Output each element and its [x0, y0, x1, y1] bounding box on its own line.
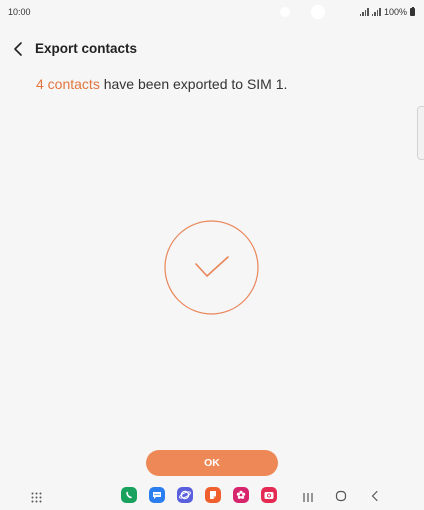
signal-icon: [371, 8, 381, 16]
status-time: 10:00: [8, 7, 31, 17]
recent-apps-icon[interactable]: [302, 490, 314, 508]
camera-cutout-icon: [280, 7, 290, 17]
export-message: 4 contacts have been exported to SIM 1.: [36, 76, 287, 92]
back-icon[interactable]: [370, 489, 380, 507]
header: Export contacts: [0, 36, 424, 62]
internet-app-icon[interactable]: [177, 487, 193, 503]
ok-button[interactable]: OK: [146, 450, 278, 476]
chevron-left-icon[interactable]: [11, 40, 27, 58]
export-message-text: have been exported to SIM 1.: [99, 76, 288, 92]
phone-app-icon[interactable]: [121, 487, 137, 503]
battery-icon: [410, 6, 415, 16]
status-bar: 10:00 100%: [0, 0, 424, 26]
gallery-app-icon[interactable]: [233, 487, 249, 503]
bottom-dock: [0, 484, 424, 508]
check-circle-icon: [164, 220, 259, 315]
home-icon[interactable]: [335, 489, 347, 507]
edge-panel-handle[interactable]: [417, 106, 424, 160]
status-indicators: 100%: [359, 6, 415, 17]
signal-icon: [359, 8, 369, 16]
messages-app-icon[interactable]: [149, 487, 165, 503]
notes-app-icon[interactable]: [205, 487, 221, 503]
camera-cutout-icon: [311, 5, 325, 19]
camera-app-icon[interactable]: [261, 487, 277, 503]
apps-grid-icon[interactable]: [31, 490, 42, 503]
battery-percent: 100%: [383, 7, 407, 17]
page-title: Export contacts: [35, 41, 138, 56]
screen: 10:00 100% Export contacts 4 contacts ha…: [0, 0, 424, 510]
contacts-count-link[interactable]: 4 contacts: [36, 76, 100, 92]
